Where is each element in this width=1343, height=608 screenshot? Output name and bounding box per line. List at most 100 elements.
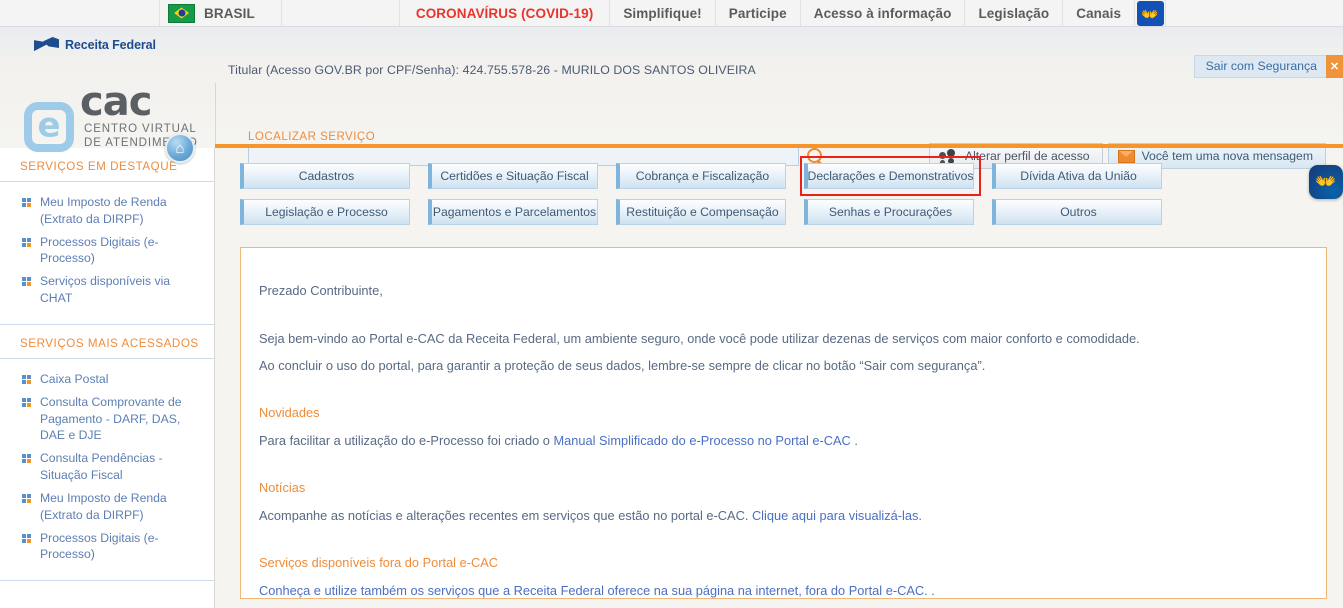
- noticias-prefix: Acompanhe as notícias e alterações recen…: [259, 508, 752, 524]
- sidebar-list: Caixa Postal Consulta Comprovante de Pag…: [0, 359, 214, 580]
- category-label: Dívida Ativa da União: [1020, 169, 1137, 183]
- servicos-fora-heading: Serviços disponíveis fora do Portal e-CA…: [259, 555, 498, 571]
- noticias-heading: Notícias: [259, 480, 306, 496]
- sidebar-group-title: SERVIÇOS MAIS ACESSADOS: [0, 325, 214, 359]
- greeting-text: Prezado Contribuinte,: [259, 283, 383, 298]
- govbar-item-simplifique[interactable]: Simplifique!: [610, 0, 716, 26]
- govbar-item-coronavirus[interactable]: CORONAVÍRUS (COVID-19): [400, 0, 611, 26]
- category-button-declaracoes-demonstrativos[interactable]: Declarações e Demonstrativos: [800, 156, 981, 196]
- sidebar-group-mais-acessados: SERVIÇOS MAIS ACESSADOS Caixa Postal Con…: [0, 325, 214, 582]
- bullet-icon: [22, 397, 31, 407]
- sidebar-item-meu-imposto-de-renda-2[interactable]: Meu Imposto de Renda (Extrato da DIRPF): [0, 487, 214, 527]
- sidebar-item-processos-digitais[interactable]: Processos Digitais (e-Processo): [0, 231, 214, 271]
- servicos-fora-suffix: .: [927, 583, 935, 599]
- bullet-icon: [22, 454, 31, 464]
- govbar-item-label: Acesso à informação: [813, 5, 952, 21]
- manual-eprocesso-link[interactable]: Manual Simplificado do e-Processo no Por…: [553, 433, 850, 448]
- category-button-restituicao-compensacao[interactable]: Restituição e Compensação: [616, 199, 786, 225]
- category-label: Pagamentos e Parcelamentos: [432, 205, 597, 219]
- sidebar-item-label: Processos Digitais (e-Processo): [40, 530, 159, 562]
- bullet-icon: [22, 277, 31, 287]
- accessibility-float-button[interactable]: 👐: [1309, 165, 1343, 199]
- hands-icon: 👐: [1315, 172, 1337, 191]
- novidades-text: Para facilitar a utilização do e-Process…: [259, 432, 1288, 449]
- category-label: Certidões e Situação Fiscal: [440, 169, 589, 183]
- receita-federal-label: Receita Federal: [65, 37, 156, 52]
- govbar-item-label: CORONAVÍRUS (COVID-19): [415, 5, 594, 21]
- page-body: SERVIÇOS EM DESTAQUE Meu Imposto de Rend…: [0, 148, 1343, 608]
- category-label: Outros: [1060, 205, 1097, 219]
- novidades-prefix: Para facilitar a utilização do e-Process…: [259, 432, 554, 448]
- govbar-left-spacer: [0, 0, 160, 26]
- bullet-icon: [22, 493, 31, 503]
- search-label: LOCALIZAR SERVIÇO: [248, 131, 376, 143]
- category-button-certidoes-situacao-fiscal[interactable]: Certidões e Situação Fiscal: [428, 163, 598, 189]
- category-button-legislacao-processo[interactable]: Legislação e Processo: [240, 199, 410, 225]
- govbar-item-legislacao[interactable]: Legislação: [965, 0, 1064, 26]
- servicos-fora-text: Conheça e utilize também os serviços que…: [259, 582, 1288, 599]
- category-button-divida-ativa-uniao[interactable]: Dívida Ativa da União: [992, 163, 1162, 189]
- sidebar-item-label: Processos Digitais (e-Processo): [40, 234, 159, 266]
- bullet-icon: [22, 198, 31, 207]
- govbar-item-participe[interactable]: Participe: [716, 0, 801, 26]
- novidades-suffix: .: [850, 432, 858, 448]
- sidebar-group-destaque: SERVIÇOS EM DESTAQUE Meu Imposto de Rend…: [0, 148, 214, 325]
- main-content: Cadastros Certidões e Situação Fiscal Co…: [215, 148, 1343, 608]
- category-button-outros[interactable]: Outros: [992, 199, 1162, 225]
- welcome-text: Seja bem-vindo ao Portal e-CAC da Receit…: [259, 331, 1140, 347]
- category-button-senhas-procuracoes[interactable]: Senhas e Procurações: [804, 199, 974, 225]
- servicos-fora-link[interactable]: Conheça e utilize também os serviços que…: [259, 583, 928, 598]
- sidebar-item-label: Consulta Comprovante de Pagamento - DARF…: [40, 394, 182, 443]
- category-label: Restituição e Compensação: [626, 205, 779, 219]
- govbar-item-acesso-informacao[interactable]: Acesso à informação: [801, 0, 966, 26]
- govbar-item-label: Simplifique!: [623, 5, 702, 21]
- bullet-icon: [22, 374, 31, 384]
- ecac-cac-text: cac: [80, 79, 152, 125]
- sidebar-item-meu-imposto-de-renda[interactable]: Meu Imposto de Renda (Extrato da DIRPF): [0, 191, 214, 231]
- sidebar-item-consulta-comprovante-pagamento[interactable]: Consulta Comprovante de Pagamento - DARF…: [0, 391, 214, 447]
- sidebar-item-label: Consulta Pendências - Situação Fiscal: [40, 451, 163, 483]
- govbar-empty-cell: [282, 0, 400, 26]
- noticias-link[interactable]: Clique aqui para visualizá-las.: [752, 508, 922, 523]
- category-button-cadastros[interactable]: Cadastros: [240, 163, 410, 189]
- govbar-vlibras-button[interactable]: 👐: [1135, 0, 1167, 27]
- novidades-heading: Novidades: [259, 404, 320, 420]
- advice-text: Ao concluir o uso do portal, para garant…: [259, 357, 986, 373]
- govbar-item-canais[interactable]: Canais: [1063, 0, 1136, 26]
- header-vertical-divider: [215, 83, 216, 144]
- receita-federal-logo: Receita Federal: [34, 37, 156, 52]
- ecac-e-icon: [24, 102, 74, 153]
- sidebar-item-processos-digitais-2[interactable]: Processos Digitais (e-Processo): [0, 527, 214, 567]
- sidebar-item-consulta-pendencias[interactable]: Consulta Pendências - Situação Fiscal: [0, 447, 214, 487]
- close-icon[interactable]: ✕: [1326, 55, 1343, 78]
- bullet-icon: [22, 237, 31, 247]
- site-header: Receita Federal cac CENTRO VIRTUAL DE AT…: [0, 27, 1343, 169]
- hands-icon: 👐: [1136, 1, 1164, 26]
- noticias-text: Acompanhe as notícias e alterações recen…: [259, 507, 1288, 524]
- category-label: Declarações e Demonstrativos: [807, 169, 974, 183]
- category-label: Legislação e Processo: [265, 205, 388, 219]
- govbar-brasil[interactable]: BRASIL: [160, 0, 282, 26]
- category-button-cobranca-fiscalizacao[interactable]: Cobrança e Fiscalização: [616, 163, 786, 189]
- receita-federal-mark-icon: [34, 37, 60, 52]
- sidebar-item-label: Meu Imposto de Renda (Extrato da DIRPF): [40, 195, 167, 226]
- govbar-fill: [1166, 0, 1343, 26]
- govbar-item-label: Canais: [1076, 5, 1122, 21]
- sidebar: SERVIÇOS EM DESTAQUE Meu Imposto de Rend…: [0, 148, 215, 608]
- sidebar-item-caixa-postal[interactable]: Caixa Postal: [0, 368, 214, 391]
- logout-button[interactable]: Sair com Segurança ✕: [1193, 55, 1343, 78]
- welcome-panel: Prezado Contribuinte, Seja bem-vindo ao …: [240, 247, 1327, 599]
- category-label: Senhas e Procurações: [828, 205, 953, 219]
- sidebar-item-servicos-chat[interactable]: Serviços disponíveis via CHAT: [0, 270, 214, 310]
- brazil-flag-icon: [168, 3, 195, 23]
- category-label: Cadastros: [298, 169, 355, 183]
- bullet-icon: [22, 533, 31, 543]
- category-button-pagamentos-parcelamentos[interactable]: Pagamentos e Parcelamentos: [428, 199, 598, 225]
- service-category-buttons: Cadastros Certidões e Situação Fiscal Co…: [240, 156, 1327, 225]
- sidebar-item-label: Meu Imposto de Renda (Extrato da DIRPF): [40, 490, 167, 522]
- home-icon[interactable]: ⌂: [165, 133, 195, 163]
